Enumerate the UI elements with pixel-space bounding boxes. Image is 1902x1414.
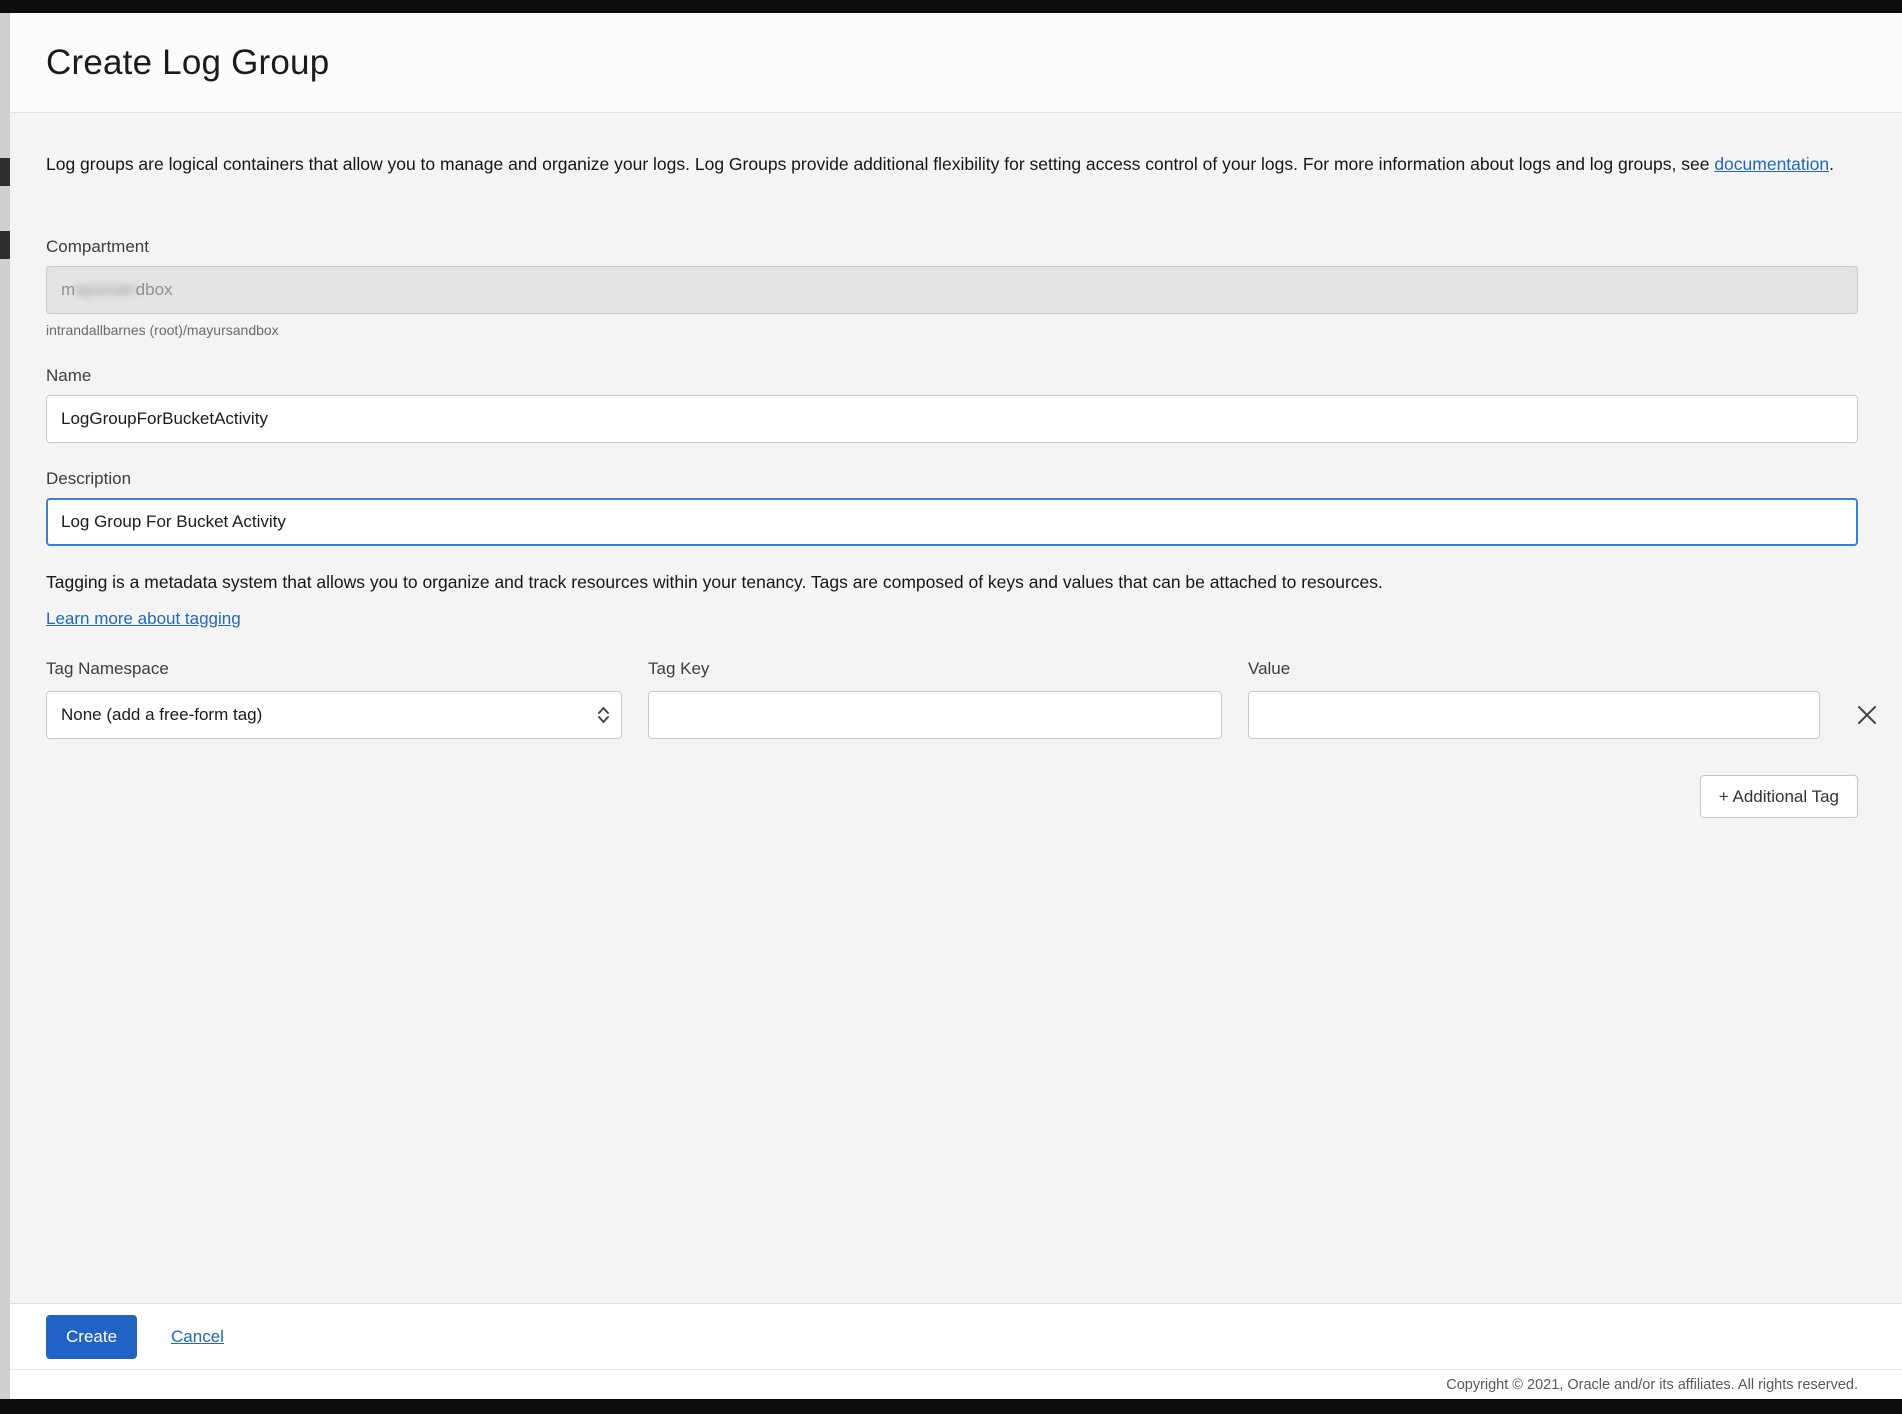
chevron-up-down-icon [596,704,611,726]
compartment-field-group: Compartment mayursandbox intrandallbarne… [46,237,1858,338]
panel-footer: Create Cancel [10,1303,1902,1369]
copyright-strip: Copyright © 2021, Oracle and/or its affi… [10,1369,1902,1399]
compartment-path-helper: intrandallbarnes (root)/mayursandbox [46,322,1858,338]
tag-namespace-selected-value: None (add a free-form tag) [61,705,262,725]
tagging-intro-paragraph: Tagging is a metadata system that allows… [46,572,1858,593]
intro-text-after: . [1829,154,1834,174]
compartment-value-suffix: dbox [136,280,173,300]
name-label: Name [46,366,1858,386]
tag-value-label: Value [1248,659,1820,679]
create-log-group-panel: Create Log Group Log groups are logical … [10,13,1902,1399]
background-strip-block [0,158,10,186]
tag-namespace-select[interactable]: None (add a free-form tag) [46,691,622,739]
additional-tag-row: + Additional Tag [46,775,1858,818]
intro-paragraph: Log groups are logical containers that a… [46,151,1858,177]
tag-namespace-label: Tag Namespace [46,659,622,679]
name-field-group: Name [46,366,1858,443]
compartment-value-redacted: ayursan [75,280,135,300]
intro-text-before: Log groups are logical containers that a… [46,154,1714,174]
background-page-strip [0,13,10,1399]
cancel-link[interactable]: Cancel [171,1327,224,1347]
panel-header: Create Log Group [10,13,1902,113]
description-label: Description [46,469,1858,489]
compartment-label: Compartment [46,237,1858,257]
learn-more-tagging-link[interactable]: Learn more about tagging [46,609,241,629]
create-button[interactable]: Create [46,1315,137,1359]
documentation-link[interactable]: documentation [1714,154,1829,174]
background-strip-block [0,231,10,259]
compartment-input: mayursandbox [46,266,1858,314]
bottom-window-bar [0,1399,1902,1414]
compartment-value-prefix: m [61,280,75,300]
tag-key-input[interactable] [648,691,1222,739]
tag-value-input[interactable] [1248,691,1820,739]
tag-key-label: Tag Key [648,659,1222,679]
description-input[interactable] [46,498,1858,546]
panel-body: Log groups are logical containers that a… [10,113,1902,1303]
name-input[interactable] [46,395,1858,443]
copyright-text: Copyright © 2021, Oracle and/or its affi… [1446,1377,1858,1393]
additional-tag-button[interactable]: + Additional Tag [1700,775,1858,818]
page-title: Create Log Group [46,43,329,83]
top-window-bar [0,0,1902,13]
x-icon [1856,704,1878,726]
description-field-group: Description [46,469,1858,546]
tag-inputs-row: None (add a free-form tag) [46,691,1858,739]
tag-labels-row: Tag Namespace Tag Key Value [46,659,1858,679]
remove-tag-button[interactable] [1846,694,1888,736]
